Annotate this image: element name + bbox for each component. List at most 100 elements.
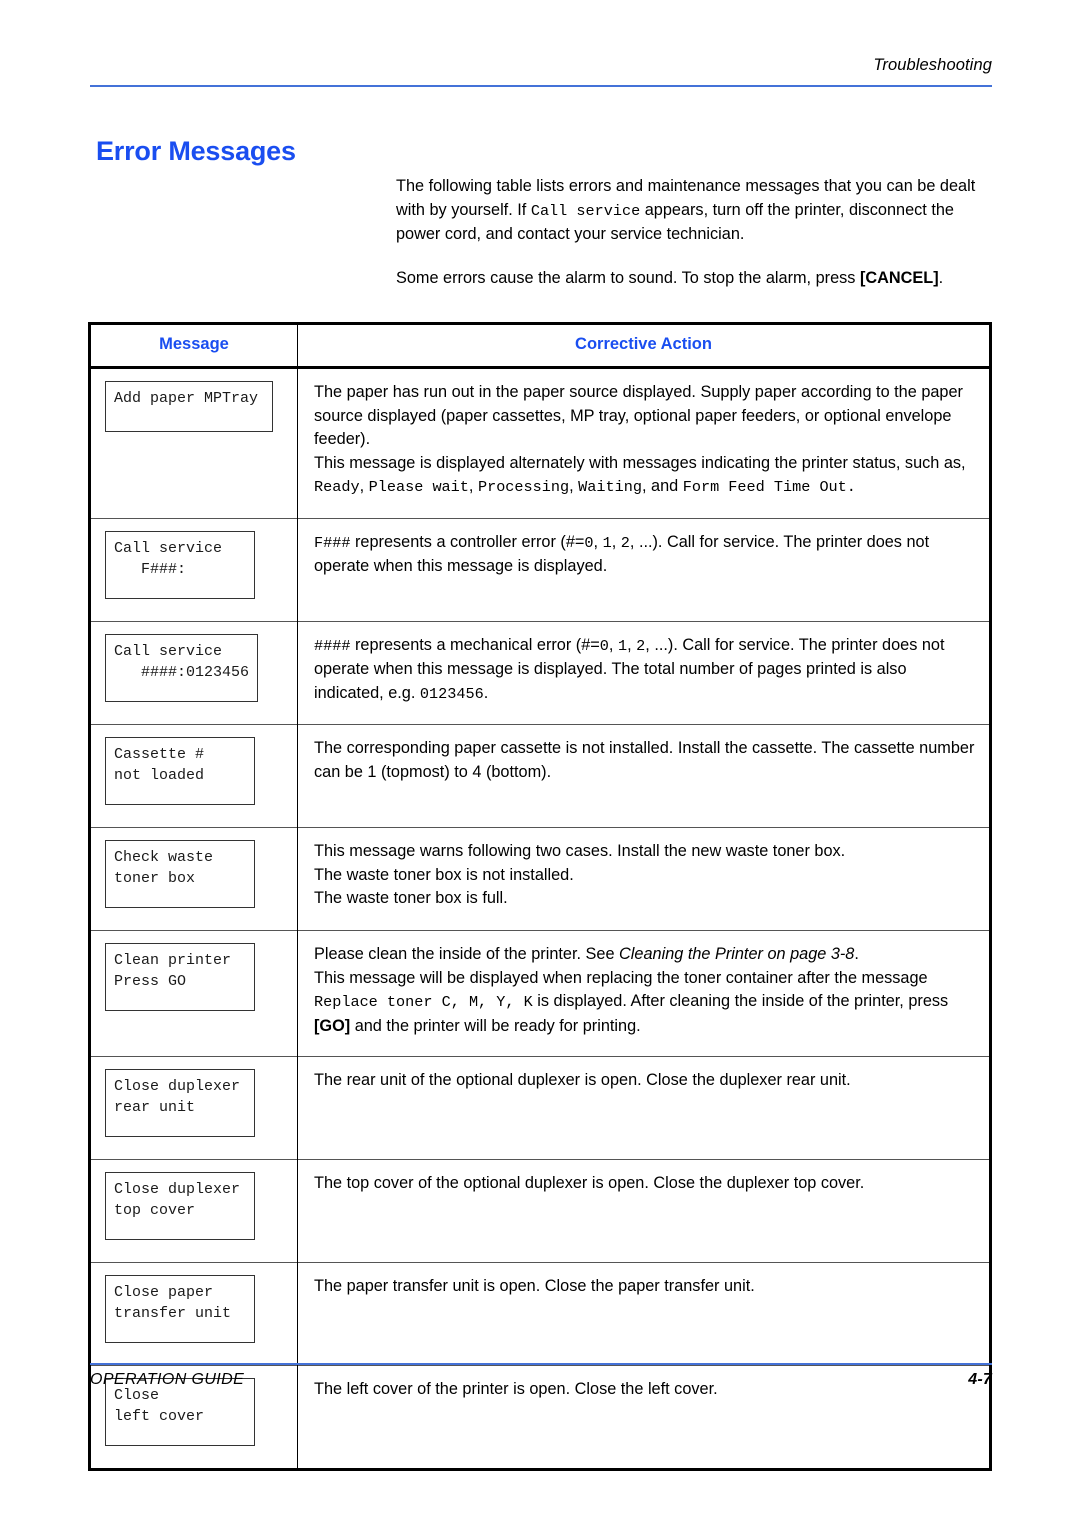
cell-corrective-action: This message warns following two cases. … [297, 827, 991, 931]
column-header-corrective-action: Corrective Action [297, 323, 991, 369]
monospace-literal: 0 [599, 636, 609, 655]
intro-p2-text-b: . [938, 268, 944, 287]
cell-message: Add paper MPTray [89, 367, 298, 518]
action-text-run: and the printer will be ready for printi… [350, 1016, 641, 1035]
intro-p1-mono: Call service [530, 201, 641, 220]
lcd-message-box: Call service ####:0123456 [105, 633, 259, 702]
monospace-literal: Please wait [368, 478, 469, 496]
action-text-run: represents a mechanical error (#= [350, 635, 600, 654]
lcd-message-box: Close duplexer top cover [105, 1172, 255, 1240]
cell-corrective-action: #### represents a mechanical error (#=0,… [297, 620, 991, 725]
corrective-action-text: The rear unit of the optional duplexer i… [314, 1069, 975, 1093]
action-text-run: , [611, 532, 621, 551]
monospace-literal: Waiting [578, 478, 642, 496]
action-line: The paper transfer unit is open. Close t… [314, 1275, 975, 1299]
page-title: Error Messages [96, 136, 296, 167]
monospace-literal: 1 [602, 533, 612, 552]
corrective-action-text: The paper has run out in the paper sourc… [314, 381, 975, 500]
cell-message: Clean printer Press GO [89, 930, 298, 1057]
table-header-row: Message Corrective Action [89, 323, 991, 369]
action-text-run: This message is displayed alternately wi… [314, 453, 966, 472]
action-text-run: The corresponding paper cassette is not … [314, 739, 975, 781]
monospace-literal: 1 [617, 636, 628, 655]
cell-message: Cassette # not loaded [89, 724, 298, 828]
action-text-run: is displayed. After cleaning the inside … [532, 992, 949, 1010]
cell-corrective-action: The corresponding paper cassette is not … [297, 724, 991, 828]
corrective-action-text: The paper transfer unit is open. Close t… [314, 1275, 975, 1299]
monospace-literal: 2 [636, 636, 646, 655]
table-row: Close duplexer rear unit The rear unit of… [89, 1056, 991, 1160]
action-line: This message is displayed alternately wi… [314, 452, 975, 500]
action-text-run: . [483, 683, 489, 702]
lcd-message-box: Check waste toner box [105, 840, 255, 908]
monospace-literal: Form Feed Time Out [682, 478, 847, 496]
cancel-key-label: [CANCEL] [859, 268, 939, 287]
table-row: Cassette # not loaded The corresponding p… [89, 724, 991, 828]
cell-corrective-action: Please clean the inside of the printer. … [297, 930, 991, 1057]
action-text-run: The paper transfer unit is open. Close t… [314, 1277, 755, 1295]
corrective-action-text: The top cover of the optional duplexer i… [314, 1172, 975, 1196]
table-row: Clean printer Press GO Please clean the i… [89, 930, 991, 1057]
lcd-message-box: Add paper MPTray [105, 381, 273, 432]
action-text-run: , [569, 477, 579, 495]
action-text-run: The waste toner box is full. [314, 889, 508, 907]
action-text-run: , and [641, 477, 683, 495]
action-text-run: The top cover of the optional duplexer i… [314, 1174, 865, 1192]
action-text-run: , [627, 635, 637, 654]
monospace-literal: Processing [477, 478, 570, 496]
intro-section: The following table lists errors and mai… [396, 175, 996, 290]
action-line: The rear unit of the optional duplexer i… [314, 1069, 975, 1093]
table-row: Close paper transfer unit The paper trans… [89, 1262, 991, 1366]
running-header-label: Troubleshooting [873, 56, 992, 74]
table-row: Add paper MPTray The paper has run out in… [89, 367, 991, 518]
column-header-message: Message [89, 323, 298, 369]
lcd-message-box: Clean printer Press GO [105, 943, 255, 1011]
action-text-run: , [608, 635, 618, 654]
action-line: The waste toner box is full. [314, 887, 975, 911]
monospace-literal: #### [314, 636, 351, 655]
monospace-literal: . [846, 478, 856, 496]
intro-paragraph-1: The following table lists errors and mai… [396, 175, 996, 247]
page-footer: OPERATION GUIDE 4-7 [90, 1371, 992, 1389]
monospace-literal: 2 [620, 533, 630, 552]
cross-reference: Cleaning the Printer on page 3-8 [619, 945, 855, 963]
monospace-literal: 0 [584, 533, 594, 552]
cell-message: Call service F###: [89, 517, 298, 621]
footer-guide-label: OPERATION GUIDE [90, 1371, 245, 1388]
cell-corrective-action: The top cover of the optional duplexer i… [297, 1159, 991, 1263]
corrective-action-text: #### represents a mechanical error (#=0,… [314, 634, 975, 707]
action-line: This message warns following two cases. … [314, 840, 975, 864]
lcd-message-box: Close paper transfer unit [105, 1275, 255, 1343]
action-text-run: The paper has run out in the paper sourc… [314, 383, 963, 448]
error-messages-table: Message Corrective Action Add paper MPTr… [88, 322, 992, 1471]
action-line: Please clean the inside of the printer. … [314, 943, 975, 967]
table-head: Message Corrective Action [89, 323, 991, 369]
table-row: Check waste toner box This message warns … [89, 827, 991, 931]
monospace-literal: Replace toner C, M, Y, K [314, 993, 533, 1011]
footer-rule [90, 1363, 992, 1365]
action-text-run: . [854, 945, 859, 963]
cell-message: Close duplexer top cover [89, 1159, 298, 1263]
action-text-run: , [468, 477, 478, 495]
action-text-run: represents a controller error (#= [350, 532, 585, 551]
cell-corrective-action: The paper has run out in the paper sourc… [297, 367, 991, 518]
table-row: Call service ####:0123456 #### represents… [89, 620, 991, 725]
cell-corrective-action: F### represents a controller error (#=0,… [297, 517, 991, 621]
corrective-action-text: This message warns following two cases. … [314, 840, 975, 911]
running-header: Troubleshooting [90, 56, 992, 75]
table-row: Call service F###: F### represents a cont… [89, 517, 991, 621]
footer-page-number: 4-7 [968, 1371, 992, 1388]
lcd-message-box: Call service F###: [105, 530, 255, 599]
lcd-message-box: Cassette # not loaded [105, 737, 255, 805]
cell-message: Call service ####:0123456 [89, 620, 298, 725]
cell-message: Check waste toner box [89, 827, 298, 931]
key-label: [GO] [314, 1016, 351, 1035]
table-body: Add paper MPTray The paper has run out in… [89, 367, 991, 1470]
corrective-action-text: The corresponding paper cassette is not … [314, 737, 975, 784]
action-line: #### represents a mechanical error (#=0,… [314, 634, 975, 707]
corrective-action-text: Please clean the inside of the printer. … [314, 943, 975, 1038]
action-line: The corresponding paper cassette is not … [314, 737, 975, 784]
action-text-run: Please clean the inside of the printer. … [314, 945, 620, 963]
action-text-run: , [593, 532, 603, 551]
cell-message: Close duplexer rear unit [89, 1056, 298, 1160]
